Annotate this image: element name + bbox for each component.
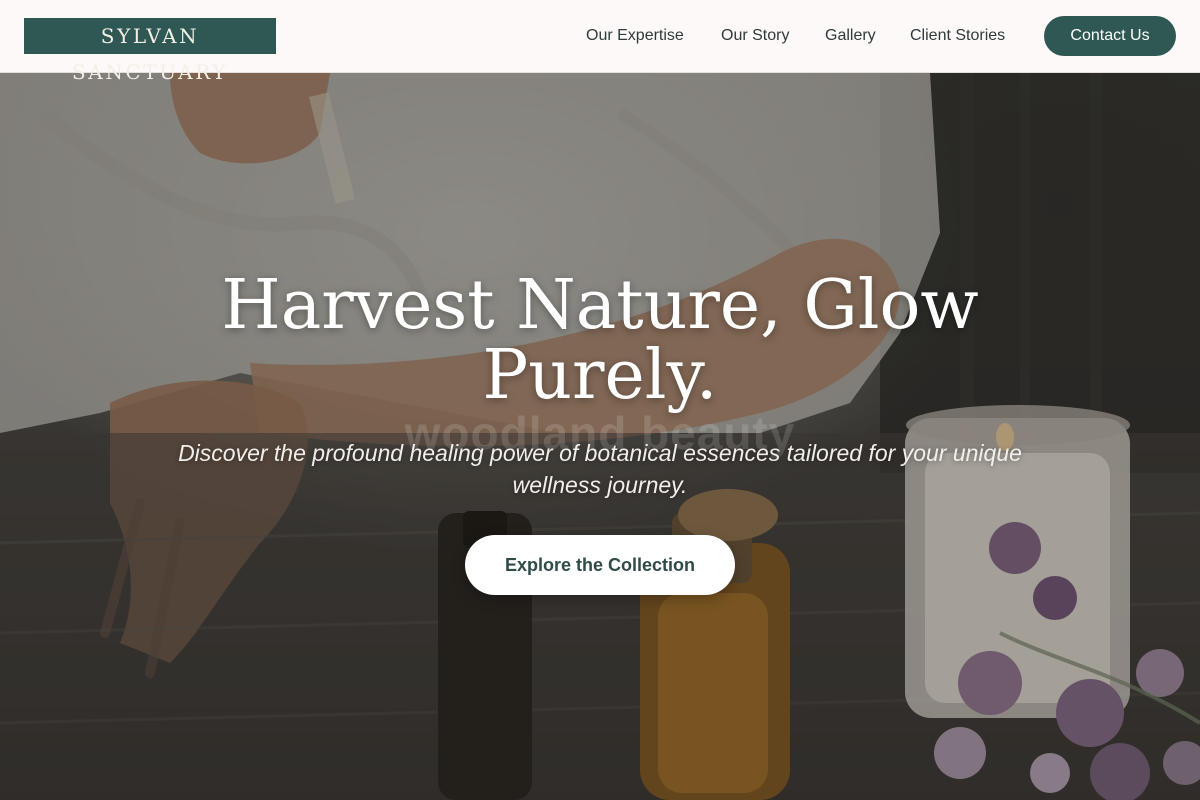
hero-subtitle: Discover the profound healing power of b… (178, 440, 1022, 498)
hero-section: woodland beauty Harvest Nature, Glow Pur… (0, 73, 1200, 800)
nav-link-client-stories[interactable]: Client Stories (910, 26, 1005, 46)
nav-link-gallery[interactable]: Gallery (825, 26, 876, 46)
contact-us-button[interactable]: Contact Us (1044, 16, 1176, 56)
site-header: SYLVAN SANCTUARY Our Expertise Our Story… (0, 0, 1200, 84)
landing-page: SYLVAN SANCTUARY Our Expertise Our Story… (0, 0, 1200, 800)
nav-link-our-expertise[interactable]: Our Expertise (586, 26, 684, 46)
explore-collection-button[interactable]: Explore the Collection (465, 535, 735, 595)
hero-title: Harvest Nature, Glow Purely. (221, 266, 979, 415)
nav-link-our-story[interactable]: Our Story (721, 26, 789, 46)
brand-logo[interactable]: SYLVAN SANCTUARY (24, 18, 276, 84)
